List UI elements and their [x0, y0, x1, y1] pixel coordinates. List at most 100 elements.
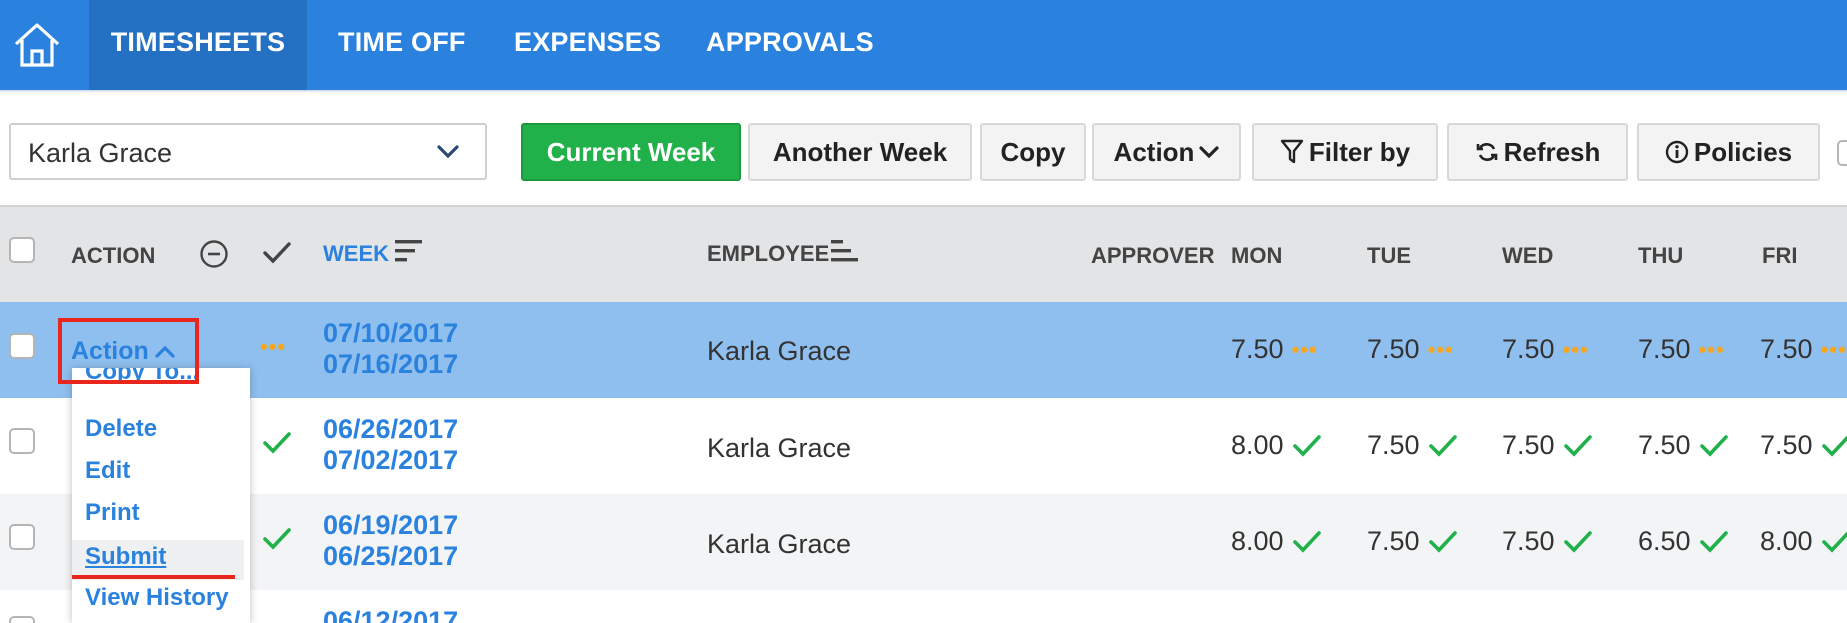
approved-check-icon [263, 432, 291, 454]
approved-check-icon [1292, 434, 1321, 457]
week-start: 06/26/2017 [323, 414, 459, 444]
row-checkbox[interactable] [9, 428, 35, 454]
approved-check-icon [1292, 530, 1321, 553]
hours-value: 7.50 [1638, 334, 1691, 364]
table-row[interactable]: 06/12/2017 [0, 590, 1847, 623]
row-checkbox[interactable] [9, 524, 35, 550]
row-checkbox[interactable] [9, 616, 35, 623]
action-toolbar-button[interactable]: Action [1092, 123, 1241, 181]
header-mon: MON [1231, 243, 1283, 268]
day-hours: 7.50 ••• [1367, 334, 1454, 365]
row-checkbox[interactable] [9, 333, 35, 359]
header-employee[interactable]: EMPLOYEE [707, 241, 829, 267]
info-icon [1665, 140, 1689, 164]
approved-check-icon [1428, 434, 1457, 457]
pending-dots-icon: ••• [1698, 336, 1725, 362]
tab-timesheets[interactable]: TIMESHEETS [89, 0, 307, 90]
sort-icon[interactable] [394, 237, 424, 265]
employee-select-value: Karla Grace [28, 138, 173, 168]
header-tue: TUE [1367, 243, 1411, 268]
copy-label: Copy [1000, 136, 1066, 167]
policies-label: Policies [1693, 136, 1793, 167]
filter-by-button[interactable]: Filter by [1252, 123, 1438, 181]
employee-name: Karla Grace [707, 529, 852, 559]
tab-approvals[interactable]: APPROVALS [706, 0, 874, 90]
filter-icon [1280, 139, 1304, 164]
employee-name: Karla Grace [707, 336, 852, 366]
hours-value: 7.50 [1502, 334, 1555, 364]
filter-by-label: Filter by [1308, 136, 1411, 167]
day-hours: 6.50 [1638, 526, 1729, 557]
action-menu: Copy To... Delete Edit Print Submit View… [72, 368, 250, 623]
hours-value: 8.00 [1231, 430, 1284, 460]
select-all-checkbox[interactable] [9, 237, 35, 263]
pending-dots-icon: ••• [1291, 336, 1318, 362]
week-link[interactable]: 07/10/2017 07/16/2017 [323, 318, 458, 380]
table-row[interactable]: 06/26/2017 07/02/2017 Karla Grace 8.00 7… [0, 398, 1847, 494]
table-row[interactable]: ••• 07/10/2017 07/16/2017 Karla Grace 7.… [0, 302, 1847, 398]
nav-shadow [0, 90, 1847, 93]
hours-value: 7.50 [1760, 334, 1813, 364]
header-action: ACTION [71, 243, 156, 268]
day-hours: 7.50 [1760, 430, 1847, 461]
employee-select[interactable]: Karla Grace [9, 123, 487, 180]
current-week-button[interactable]: Current Week [521, 123, 741, 181]
day-hours: 7.50 [1638, 430, 1729, 461]
another-week-button[interactable]: Another Week [748, 123, 972, 181]
hours-value: 8.00 [1760, 526, 1813, 556]
day-hours: 7.50 ••• [1638, 334, 1725, 365]
hours-value: 7.50 [1231, 334, 1284, 364]
hours-value: 8.00 [1231, 526, 1284, 556]
day-hours: 7.50 [1502, 430, 1593, 461]
pending-status-icon: ••• [260, 334, 287, 359]
week-link[interactable]: 06/12/2017 [323, 606, 458, 623]
pending-dots-icon: ••• [1427, 336, 1454, 362]
approved-check-icon [1821, 434, 1847, 457]
home-icon [14, 23, 60, 67]
week-link[interactable]: 06/19/2017 06/25/2017 [323, 510, 458, 572]
copy-button[interactable]: Copy [980, 123, 1086, 181]
another-week-label: Another Week [772, 136, 948, 167]
approved-check-icon [263, 528, 291, 550]
home-button[interactable] [0, 0, 74, 90]
header-week[interactable]: WEEK [323, 241, 389, 267]
refresh-label: Refresh [1503, 136, 1601, 167]
annotation-underline [72, 575, 235, 579]
hours-value: 6.50 [1638, 526, 1691, 556]
week-end: 07/02/2017 [323, 445, 459, 475]
header-week-label: WEEK [323, 241, 389, 266]
week-start: 07/10/2017 [323, 318, 459, 348]
day-hours: 7.50 ••• [1231, 334, 1318, 365]
menu-item-print[interactable]: Print [85, 499, 140, 527]
top-nav: TIMESHEETS TIME OFF EXPENSES APPROVALS [0, 0, 1847, 90]
toolbar-extra-checkbox[interactable] [1837, 140, 1847, 166]
menu-item-view-history[interactable]: View History [85, 584, 229, 612]
hours-value: 7.50 [1502, 430, 1555, 460]
action-toolbar-label: Action [1113, 136, 1195, 167]
table-row[interactable]: 06/19/2017 06/25/2017 Karla Grace 8.00 7… [0, 494, 1847, 590]
header-employee-label: EMPLOYEE [707, 241, 830, 266]
check-header-icon[interactable] [262, 240, 292, 266]
minus-circle-icon[interactable] [199, 239, 229, 269]
hours-value: 7.50 [1760, 430, 1813, 460]
approved-check-icon [1563, 530, 1592, 553]
day-hours: 8.00 [1760, 526, 1847, 557]
sort-icon[interactable] [830, 237, 860, 265]
tab-expenses[interactable]: EXPENSES [514, 0, 661, 90]
menu-item-submit[interactable]: Submit [85, 543, 166, 571]
menu-item-edit[interactable]: Edit [85, 457, 130, 485]
day-hours: 7.50 [1367, 430, 1458, 461]
annotation-highlight-box [58, 318, 199, 384]
week-end: 06/25/2017 [323, 541, 459, 571]
menu-item-delete[interactable]: Delete [85, 415, 157, 443]
employee-name: Karla Grace [707, 433, 852, 463]
tab-time-off[interactable]: TIME OFF [338, 0, 466, 90]
hours-value: 7.50 [1367, 430, 1420, 460]
week-link[interactable]: 06/26/2017 07/02/2017 [323, 414, 458, 476]
pending-dots-icon: ••• [1820, 336, 1847, 362]
day-hours: 8.00 [1231, 526, 1322, 557]
refresh-button[interactable]: Refresh [1447, 123, 1628, 181]
hours-value: 7.50 [1367, 526, 1420, 556]
policies-button[interactable]: Policies [1637, 123, 1820, 181]
header-wed: WED [1502, 243, 1554, 268]
